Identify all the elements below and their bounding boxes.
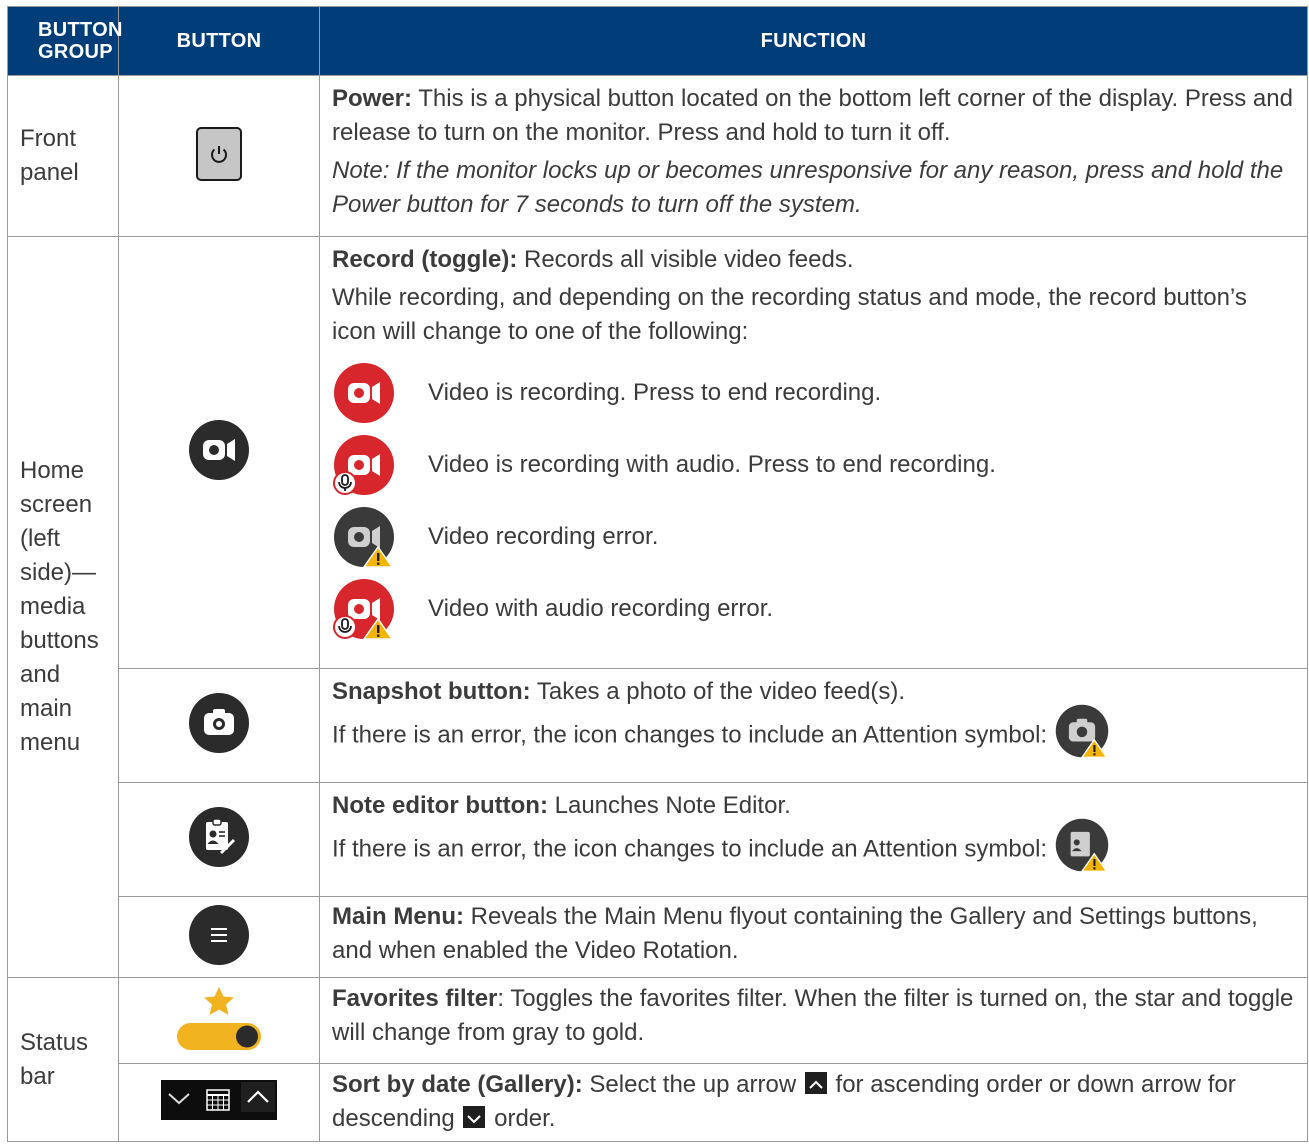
record-audio-error-icon <box>333 579 394 640</box>
note-text: Launches Note Editor. <box>547 792 791 819</box>
button-reference-table: BUTTON GROUP BUTTON FUNCTION Front panel… <box>7 6 1308 1142</box>
record-error-icon <box>334 507 394 568</box>
function-favorites: Favorites filter: Toggles the favorites … <box>319 977 1308 1064</box>
function-sort: Sort by date (Gallery): Select the up ar… <box>319 1063 1308 1142</box>
record-button-cell <box>118 236 320 669</box>
sort-control-icon <box>161 1080 277 1120</box>
record-audio-icon <box>333 435 394 495</box>
function-power: Power: This is a physical button located… <box>319 75 1308 237</box>
power-text: This is a physical button located on the… <box>332 85 1293 146</box>
row-favorites: Status bar Favorites filter: Toggles the… <box>7 977 1308 1142</box>
header-button-group: BUTTON GROUP <box>7 6 122 76</box>
power-title: Power: <box>332 85 413 112</box>
favorites-toggle-icon <box>177 987 261 1050</box>
state-text: Video is recording. Press to end recordi… <box>428 379 882 406</box>
note-editor-icon <box>189 807 249 867</box>
row-record: Home screen (left side)—media buttons an… <box>7 236 1308 978</box>
power-button-cell <box>118 75 320 237</box>
header-row: BUTTON GROUP BUTTON FUNCTION <box>7 6 1308 76</box>
state-text: Video with audio recording error. <box>428 595 774 622</box>
power-icon <box>196 126 242 181</box>
menu-icon <box>189 904 249 965</box>
row-main-menu: Main Menu: Reveals the Main Menu flyout … <box>8 896 1308 978</box>
up-arrow-icon <box>804 1071 827 1094</box>
snapshot-text: Takes a photo of the video feed(s). <box>530 678 906 705</box>
function-record: Record (toggle): Records all visible vid… <box>319 236 1308 669</box>
note-error-text: If there is an error, the icon changes t… <box>332 835 1048 863</box>
function-main-menu: Main Menu: Reveals the Main Menu flyout … <box>319 896 1308 978</box>
sort-title: Sort by date (Gallery): <box>332 1071 583 1098</box>
snapshot-title: Snapshot button: <box>332 678 531 705</box>
sort-text-1: Select the up arrow <box>582 1071 803 1098</box>
header-function: FUNCTION <box>319 6 1308 76</box>
function-note-editor: Note editor button: Launches Note Editor… <box>319 782 1308 897</box>
menu-title: Main Menu: <box>332 903 464 930</box>
row-front-panel: Front panel Power: This is a physical bu… <box>7 75 1308 237</box>
state-text: Video recording error. <box>428 523 659 550</box>
menu-text: Reveals the Main Menu flyout containing … <box>332 903 1258 964</box>
down-arrow-icon <box>463 1105 486 1128</box>
record-state-audio: Video is recording with audio. Press to … <box>332 429 1295 501</box>
row-sort: Sort by date (Gallery): Select the up ar… <box>8 1063 1308 1142</box>
favorites-button-cell <box>118 977 320 1064</box>
sort-text-3: order. <box>487 1105 556 1132</box>
record-title: Record (toggle): <box>332 246 518 273</box>
power-note: Note: If the monitor locks up or becomes… <box>332 157 1284 218</box>
record-text: Records all visible video feeds. <box>517 246 854 273</box>
snapshot-error-text: If there is an error, the icon changes t… <box>332 721 1048 749</box>
menu-button-cell <box>118 896 320 978</box>
note-title: Note editor button: <box>332 792 548 819</box>
record-state-audio-error: Video with audio recording error. <box>332 573 1295 645</box>
snapshot-icon <box>189 693 249 753</box>
record-red-icon <box>334 363 394 423</box>
record-desc: While recording, and depending on the re… <box>332 284 1247 345</box>
record-state-recording: Video is recording. Press to end recordi… <box>332 357 1295 429</box>
note-editor-error-icon <box>1055 818 1109 872</box>
row-note-editor: Note editor button: Launches Note Editor… <box>8 782 1308 897</box>
sort-button-cell <box>118 1063 320 1142</box>
record-state-error: Video recording error. <box>332 501 1295 573</box>
state-text: Video is recording with audio. Press to … <box>428 451 996 478</box>
record-icon <box>189 420 249 480</box>
note-editor-button-cell <box>118 782 320 897</box>
snapshot-button-cell <box>118 668 320 783</box>
row-snapshot: Snapshot button: Takes a photo of the vi… <box>8 668 1308 783</box>
fav-title: Favorites filter <box>332 985 498 1012</box>
group-status-bar: Status bar <box>7 977 119 1142</box>
snapshot-error-icon <box>1055 704 1109 758</box>
group-home-screen: Home screen (left side)—media buttons an… <box>7 236 119 978</box>
header-button: BUTTON <box>118 6 320 76</box>
group-front-panel: Front panel <box>7 75 119 237</box>
function-snapshot: Snapshot button: Takes a photo of the vi… <box>319 668 1308 783</box>
